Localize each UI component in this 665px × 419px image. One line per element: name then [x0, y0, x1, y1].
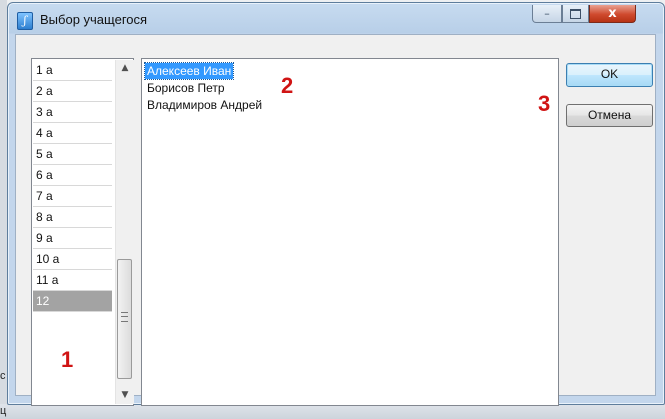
- maximize-button[interactable]: [562, 5, 589, 23]
- class-item-label: 5 а: [36, 147, 53, 161]
- class-item-label: 3 а: [36, 105, 53, 119]
- window-title: Выбор учащегося: [40, 12, 148, 27]
- screen: с ц ʃ Выбор учащегося – x 1 а 2 а 3 а 4 …: [0, 0, 665, 419]
- class-item[interactable]: 9 а: [33, 228, 112, 249]
- student-item-selected[interactable]: Алексеев Иван: [143, 62, 235, 80]
- background-edge-left: [0, 0, 7, 419]
- class-item[interactable]: 8 а: [33, 207, 112, 228]
- student-item[interactable]: Борисов Петр: [145, 80, 227, 96]
- class-item[interactable]: 10 а: [33, 249, 112, 270]
- annotation-marker-3: 3: [538, 91, 551, 116]
- class-item[interactable]: 7 а: [33, 186, 112, 207]
- student-picker-dialog: ʃ Выбор учащегося – x 1 а 2 а 3 а 4 а 5 …: [7, 2, 665, 406]
- class-item-selected[interactable]: 12: [33, 291, 112, 312]
- class-item-label: 11 а: [36, 273, 59, 287]
- annotation-marker-2: 2: [281, 73, 294, 98]
- close-icon: x: [608, 6, 617, 21]
- class-item-label: 10 а: [36, 252, 60, 266]
- student-item-label: Алексеев Иван: [147, 64, 232, 78]
- app-icon: ʃ: [17, 12, 33, 30]
- class-item-label: 12: [36, 294, 50, 308]
- student-list[interactable]: Алексеев Иван Борисов Петр Владимиров Ан…: [141, 58, 559, 406]
- class-list[interactable]: 1 а 2 а 3 а 4 а 5 а 6 а 7 а 8 а 9 а 10 а…: [31, 58, 134, 406]
- maximize-icon: [570, 9, 581, 19]
- class-list-scrollbar[interactable]: ▲ ▼: [115, 60, 134, 404]
- class-item[interactable]: 1 а: [33, 60, 112, 81]
- scroll-thumb[interactable]: [117, 259, 132, 379]
- student-item-label: Владимиров Андрей: [147, 98, 263, 112]
- class-item-label: 8 а: [36, 210, 53, 224]
- class-item[interactable]: 4 а: [33, 123, 112, 144]
- class-item[interactable]: 2 а: [33, 81, 112, 102]
- grip-icon: [121, 312, 128, 322]
- class-item-label: 1 а: [36, 63, 53, 77]
- minimize-icon: –: [544, 7, 550, 20]
- class-item[interactable]: 5 а: [33, 144, 112, 165]
- ok-button-label: OK: [600, 67, 619, 81]
- minimize-button[interactable]: –: [532, 5, 562, 23]
- class-item[interactable]: 3 а: [33, 102, 112, 123]
- student-item[interactable]: Владимиров Андрей: [145, 97, 264, 113]
- title-bar[interactable]: ʃ Выбор учащегося – x: [8, 3, 664, 35]
- background-text-fragment: ц: [0, 405, 7, 417]
- class-item[interactable]: 11 а: [33, 270, 112, 291]
- class-item-label: 9 а: [36, 231, 53, 245]
- cancel-button[interactable]: Отмена: [566, 104, 653, 127]
- class-item[interactable]: 6 а: [33, 165, 112, 186]
- scroll-up-arrow-icon[interactable]: ▲: [116, 60, 134, 77]
- student-item-label: Борисов Петр: [147, 81, 225, 95]
- annotation-marker-1: 1: [61, 347, 74, 372]
- class-item-label: 7 а: [36, 189, 53, 203]
- background-text-fragment: с: [0, 370, 6, 382]
- cancel-button-label: Отмена: [587, 108, 632, 122]
- class-item-label: 4 а: [36, 126, 53, 140]
- scroll-down-arrow-icon[interactable]: ▼: [116, 387, 134, 404]
- close-button[interactable]: x: [589, 5, 636, 23]
- class-item-label: 6 а: [36, 168, 53, 182]
- class-item-label: 2 а: [36, 84, 53, 98]
- dialog-client-area: 1 а 2 а 3 а 4 а 5 а 6 а 7 а 8 а 9 а 10 а…: [15, 34, 656, 406]
- background-edge-bottom: [0, 404, 665, 419]
- ok-button[interactable]: OK: [566, 63, 653, 87]
